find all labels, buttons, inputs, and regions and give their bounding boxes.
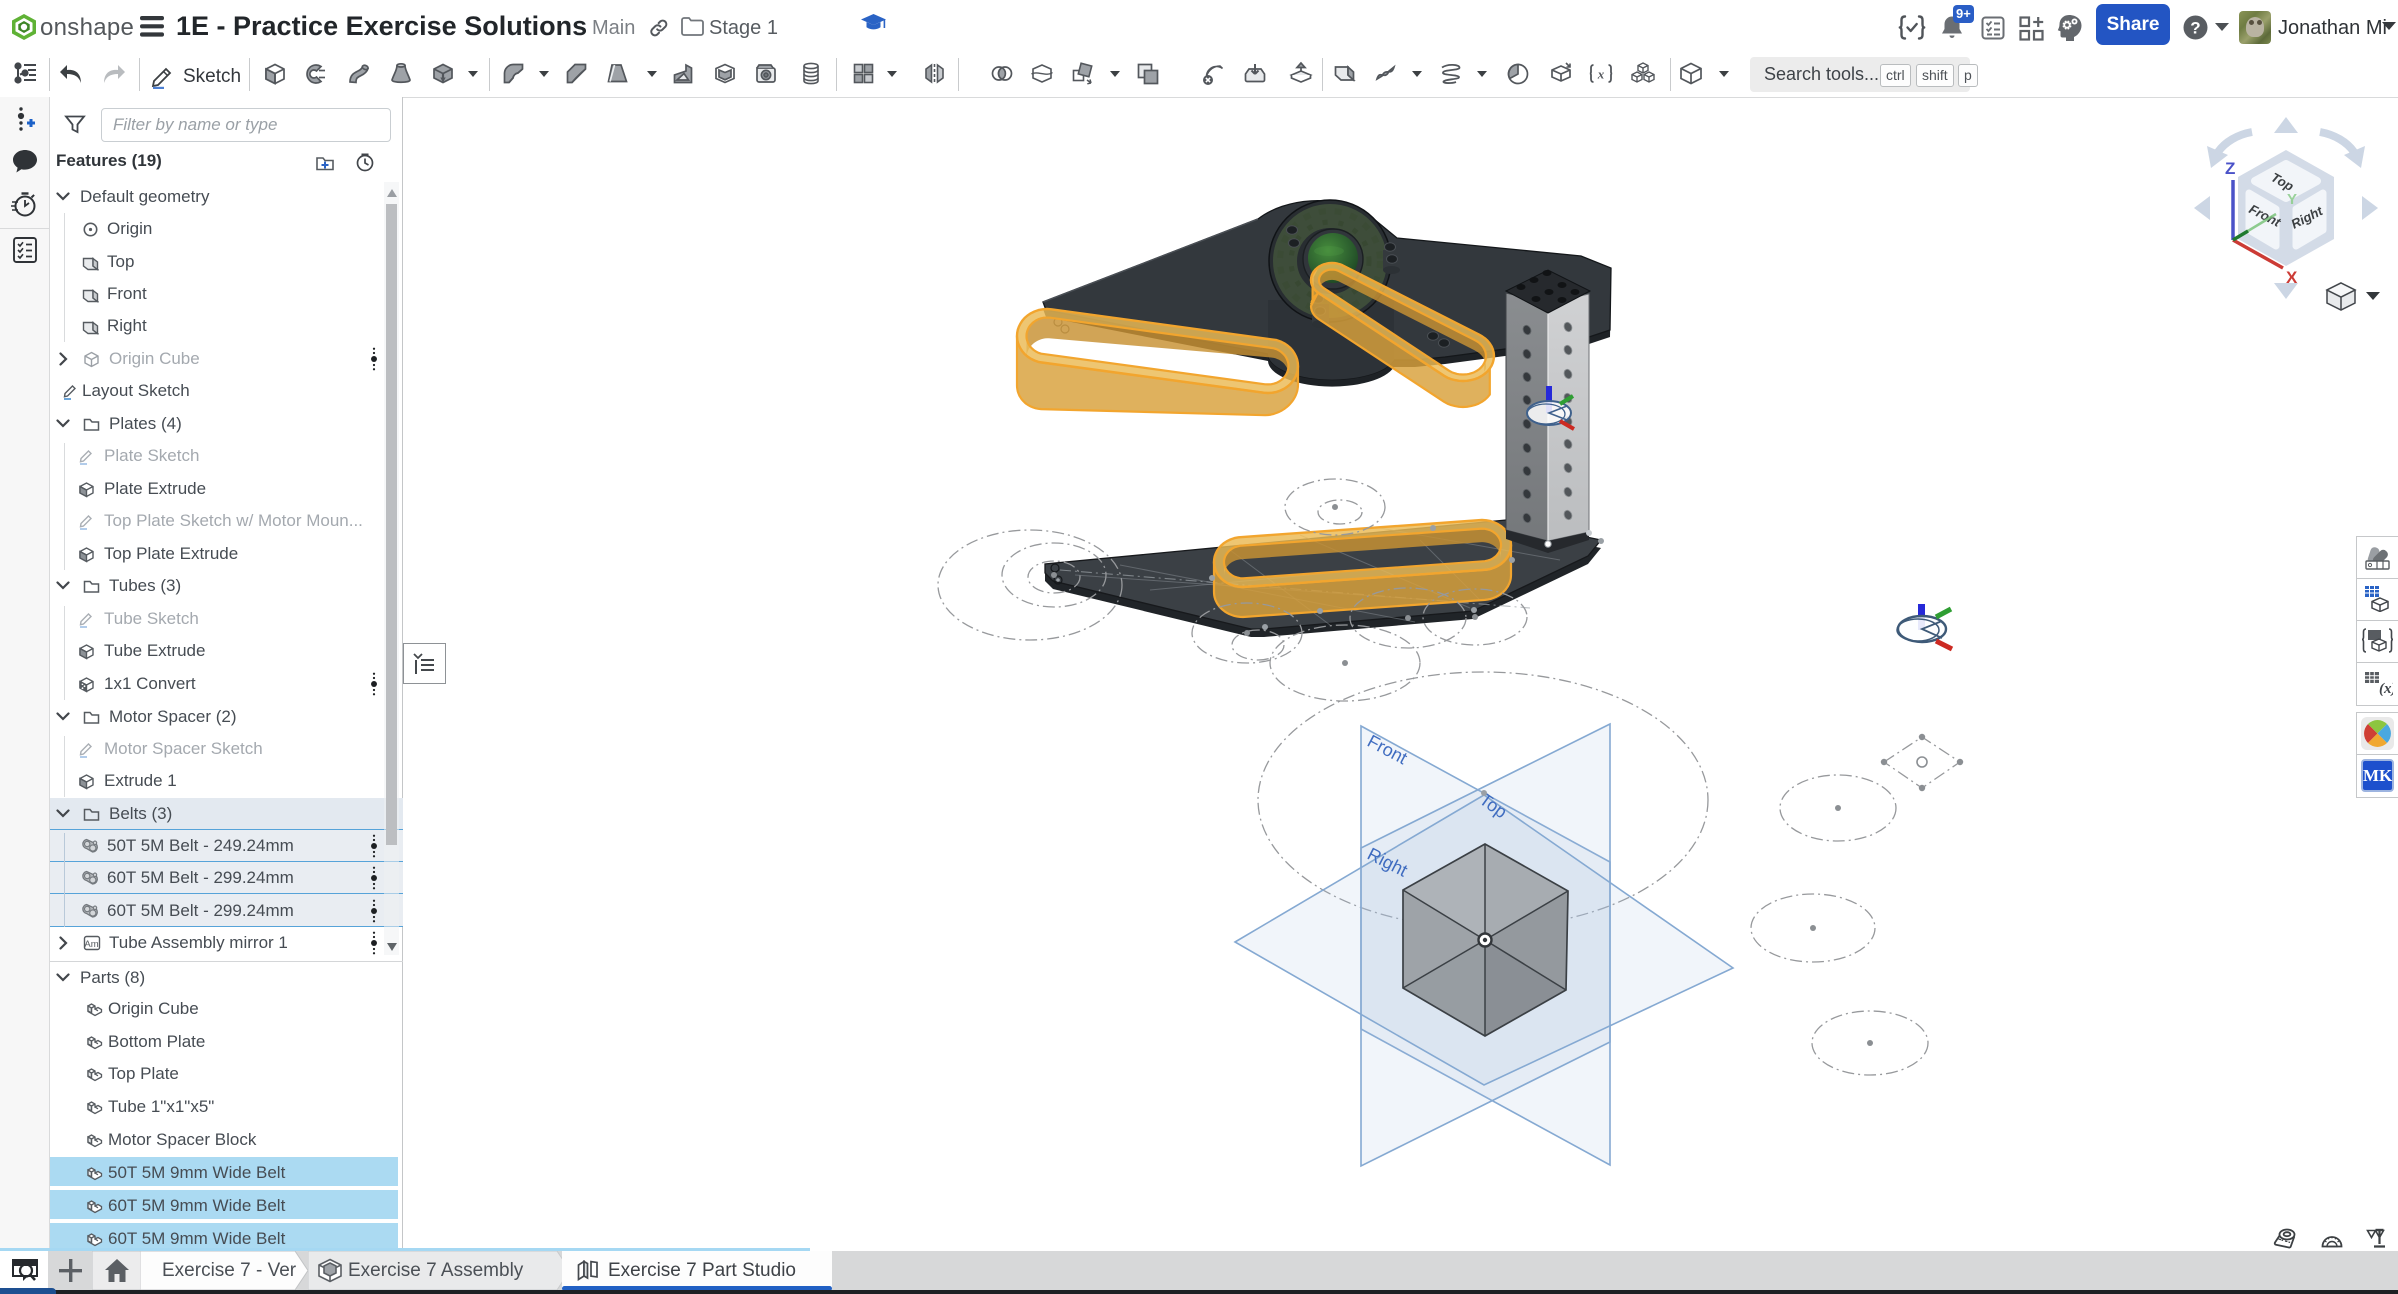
svg-text:Z: Z: [2225, 159, 2235, 178]
svg-text:Y: Y: [2287, 191, 2297, 208]
svg-text:(x): (x): [2379, 681, 2393, 696]
svg-text:X: X: [2286, 268, 2298, 287]
svg-text:?: ?: [2190, 19, 2200, 38]
